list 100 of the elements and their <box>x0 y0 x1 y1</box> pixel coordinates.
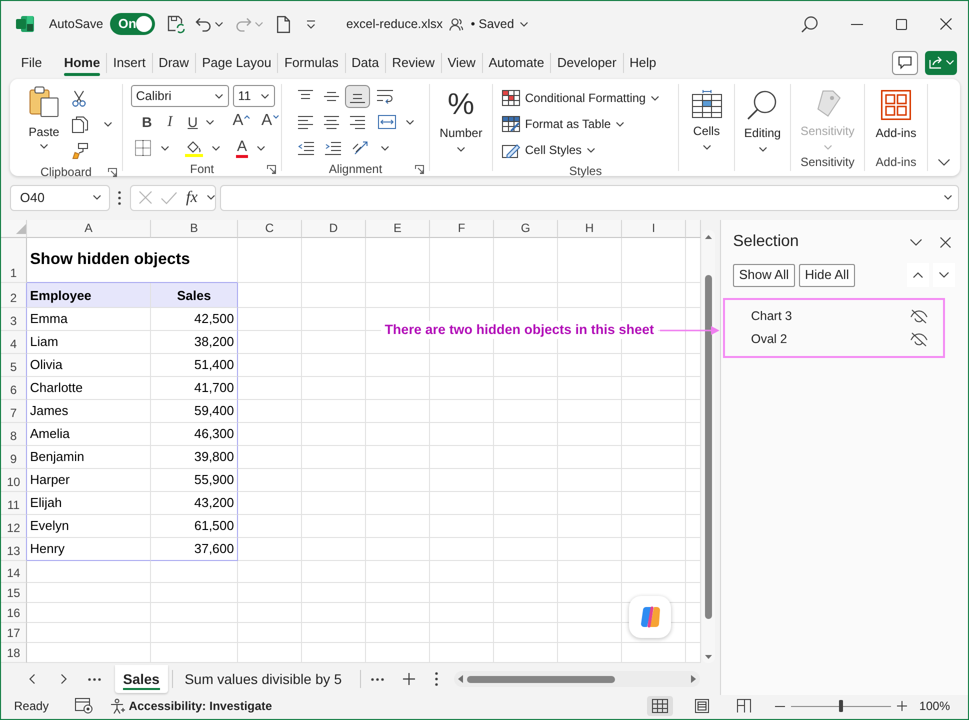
assistant-button[interactable] <box>629 596 671 638</box>
vertical-scrollbar[interactable] <box>702 230 715 663</box>
eye-slash-icon[interactable] <box>910 309 928 324</box>
orientation-icon[interactable] <box>352 140 370 156</box>
merge-icon[interactable] <box>378 115 396 129</box>
close-icon[interactable] <box>940 236 951 248</box>
underline-button[interactable]: U <box>182 111 203 133</box>
row-header[interactable]: 8 <box>1 423 27 446</box>
formula-input-field[interactable] <box>220 184 959 210</box>
caret-icon[interactable] <box>161 146 169 150</box>
copy-icon[interactable] <box>72 116 88 133</box>
decrease-font-size-button[interactable]: A <box>259 111 282 133</box>
object-list-item[interactable]: Chart 3 <box>725 305 943 328</box>
customize-caret-icon[interactable] <box>306 20 316 28</box>
sheet-tab[interactable]: Sum values divisible by 5 <box>176 665 350 693</box>
menu-tab[interactable]: Formulas <box>278 50 345 76</box>
share-button[interactable] <box>925 50 957 74</box>
add-ins-button[interactable]: Add-ins <box>876 90 916 140</box>
row-header[interactable]: 6 <box>1 377 27 400</box>
scroll-right-icon[interactable] <box>690 675 696 683</box>
caret-icon[interactable] <box>406 120 414 124</box>
search-icon[interactable] <box>801 16 818 32</box>
macro-record-icon[interactable] <box>74 698 93 714</box>
row-header[interactable]: 13 <box>1 538 27 561</box>
collapse-ribbon-icon[interactable] <box>938 159 950 166</box>
maximize-icon[interactable] <box>896 18 907 30</box>
menu-tab[interactable]: Developer <box>551 50 622 76</box>
bold-button[interactable]: B <box>137 111 157 133</box>
row-header[interactable]: 1 <box>1 238 27 283</box>
name-box[interactable]: O40 <box>10 184 110 210</box>
caret-icon[interactable] <box>206 120 214 124</box>
caret-icon[interactable] <box>215 94 223 98</box>
dialog-launcher-icon[interactable] <box>267 164 276 174</box>
more-options-icon[interactable] <box>118 190 121 204</box>
scroll-down-icon[interactable] <box>705 655 712 659</box>
row-header[interactable]: 14 <box>1 561 27 583</box>
align-middle-icon[interactable] <box>324 90 339 102</box>
wrap-text-icon[interactable] <box>376 88 394 104</box>
autosave-toggle[interactable]: On <box>110 13 156 35</box>
font-name-dropdown[interactable]: Calibri <box>131 85 229 107</box>
fill-color-icon[interactable] <box>185 139 203 157</box>
column-header[interactable]: D <box>302 220 366 238</box>
horizontal-scrollbar[interactable] <box>454 671 700 687</box>
cell-styles-button[interactable]: Cell Styles <box>502 138 595 162</box>
check-icon[interactable] <box>161 192 177 204</box>
number-format-button[interactable]: % Number <box>440 90 482 140</box>
caret-icon[interactable] <box>93 195 101 200</box>
scrollbar-thumb[interactable] <box>466 676 615 682</box>
row-header[interactable]: 15 <box>1 583 27 603</box>
people-icon[interactable] <box>448 18 463 30</box>
caret-icon[interactable] <box>257 146 266 150</box>
more-options-icon[interactable] <box>434 672 438 686</box>
scissors-icon[interactable] <box>72 90 86 107</box>
paintbrush-icon[interactable] <box>72 142 88 159</box>
conditional-formatting-button[interactable]: Conditional Formatting <box>502 86 659 110</box>
normal-view-button[interactable] <box>647 696 674 716</box>
row-header[interactable]: 10 <box>1 469 27 492</box>
caret-icon[interactable] <box>702 145 710 150</box>
chevron-down-icon[interactable] <box>910 238 922 246</box>
row-header[interactable]: 16 <box>1 603 27 623</box>
more-icon[interactable] <box>88 678 101 680</box>
menu-tab[interactable]: Home <box>58 50 106 76</box>
accessibility-status[interactable]: Accessibility: Investigate <box>128 698 272 714</box>
row-header[interactable]: 4 <box>1 331 27 354</box>
row-header[interactable]: 17 <box>1 623 27 643</box>
zoom-level[interactable]: 100% <box>919 698 950 714</box>
column-header[interactable]: A <box>27 220 151 238</box>
comments-button[interactable] <box>892 50 918 74</box>
cells-button[interactable]: Cells <box>692 90 722 138</box>
object-list-item[interactable]: Oval 2 <box>725 328 943 351</box>
new-document-icon[interactable] <box>277 16 290 32</box>
column-header[interactable]: G <box>494 220 558 238</box>
decrease-indent-icon[interactable] <box>298 142 314 154</box>
save-icon[interactable] <box>167 15 186 33</box>
row-header[interactable]: 2 <box>1 283 27 308</box>
caret-icon[interactable] <box>381 146 389 150</box>
dialog-launcher-icon[interactable] <box>108 168 117 177</box>
font-color-button[interactable]: A <box>236 138 248 158</box>
caret-icon[interactable] <box>40 144 48 150</box>
menu-tab[interactable]: Automate <box>482 50 550 76</box>
caret-icon[interactable] <box>104 122 112 127</box>
row-header[interactable]: 5 <box>1 354 27 377</box>
borders-icon[interactable] <box>135 140 151 156</box>
italic-button[interactable]: I <box>160 111 180 133</box>
add-sheet-icon[interactable] <box>402 673 415 685</box>
sheet-tab[interactable]: Sales <box>115 665 168 693</box>
caret-icon[interactable] <box>215 22 224 26</box>
column-header[interactable]: H <box>558 220 622 238</box>
row-header[interactable]: 11 <box>1 492 27 515</box>
column-header[interactable]: I <box>622 220 686 238</box>
chevron-left-icon[interactable] <box>29 674 35 684</box>
caret-icon[interactable] <box>457 147 465 152</box>
move-down-button[interactable] <box>933 263 955 287</box>
scroll-up-icon[interactable] <box>705 235 712 239</box>
menu-tab[interactable]: View <box>442 50 482 76</box>
align-right-icon[interactable] <box>350 116 365 128</box>
align-center-icon[interactable] <box>324 116 339 128</box>
save-status[interactable]: • Saved <box>470 16 514 32</box>
column-header[interactable]: F <box>430 220 494 238</box>
row-header[interactable]: 7 <box>1 400 27 423</box>
